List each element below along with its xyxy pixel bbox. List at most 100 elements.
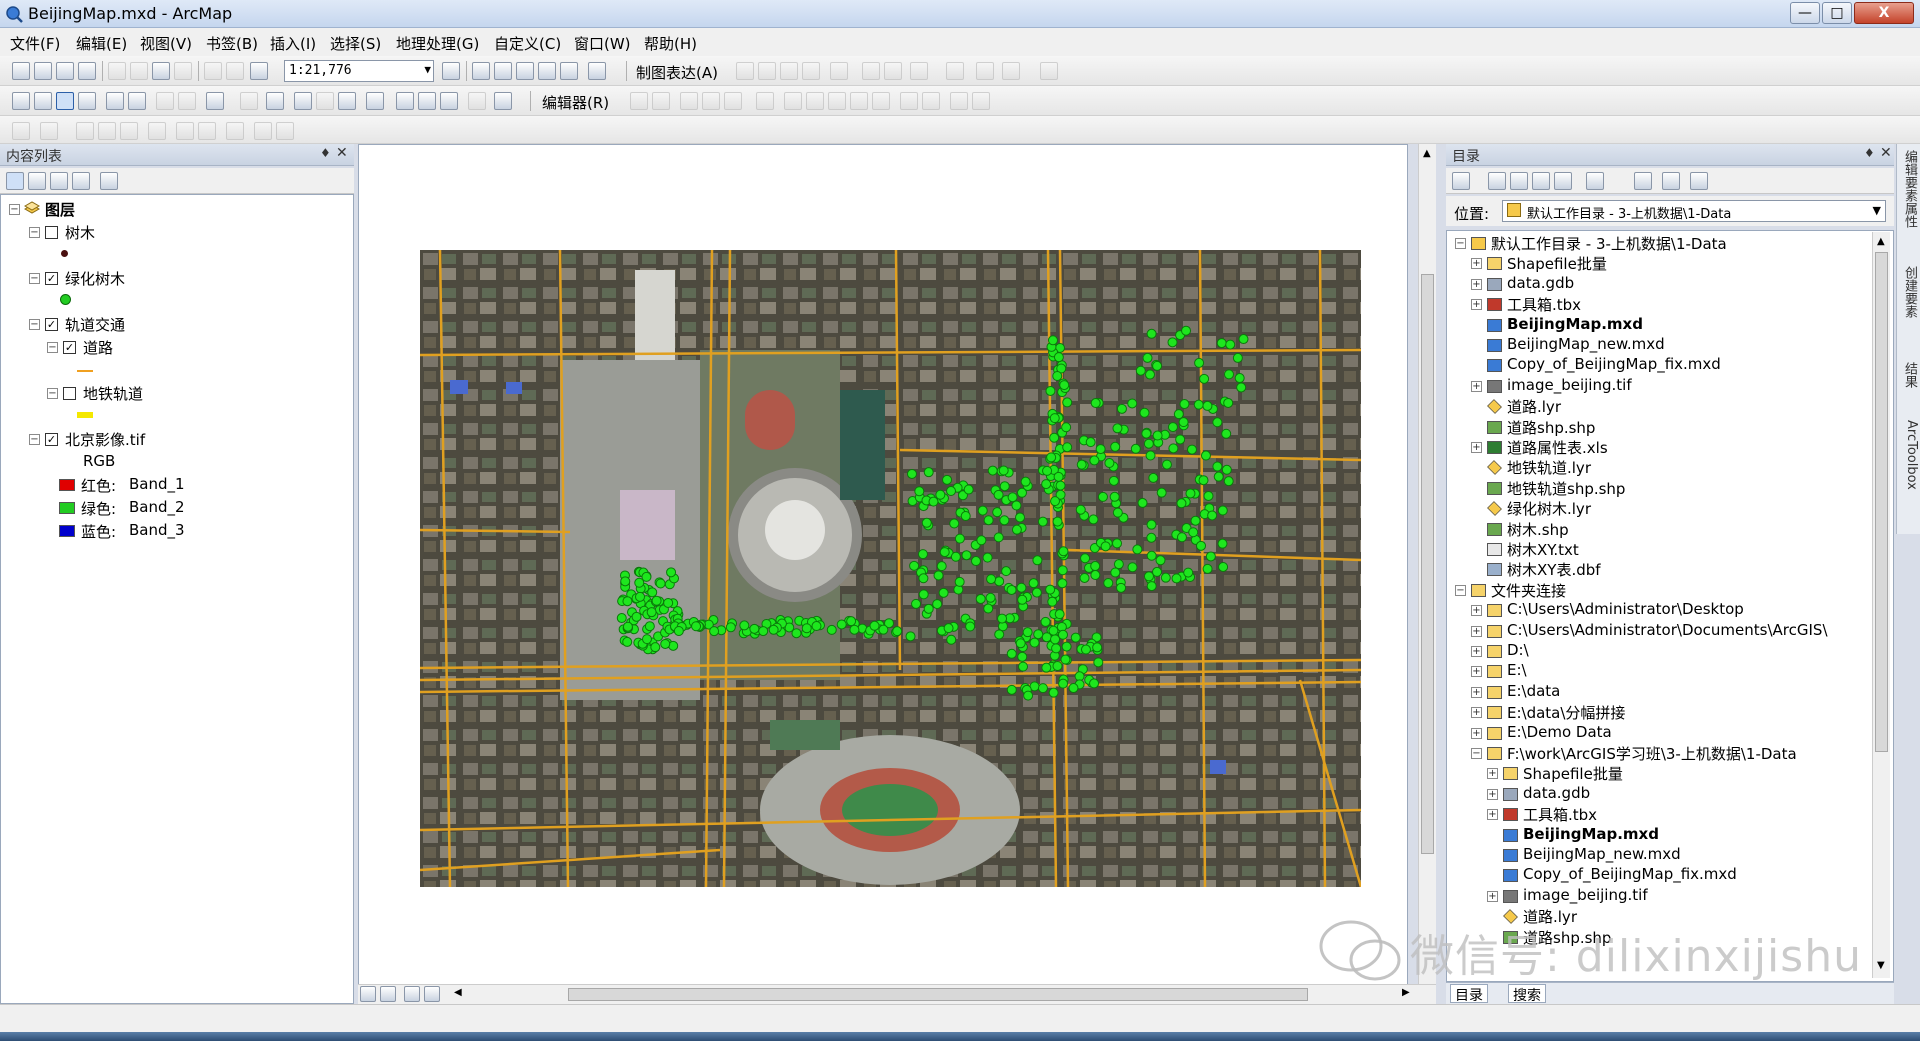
- catalog-item[interactable]: E:\: [1507, 661, 1527, 679]
- tree-point[interactable]: [1011, 524, 1022, 535]
- expand-icon[interactable]: +: [1487, 809, 1498, 821]
- tree-point[interactable]: [641, 571, 652, 582]
- tree-point[interactable]: [1054, 609, 1065, 620]
- representation-tool-icon[interactable]: [910, 62, 928, 80]
- fixed-zoom-in-icon[interactable]: [106, 92, 124, 110]
- tree-point[interactable]: [993, 489, 1004, 500]
- tree-point[interactable]: [1188, 527, 1199, 538]
- tree-point[interactable]: [961, 550, 972, 561]
- tree-point[interactable]: [1152, 360, 1163, 371]
- toggle-contents-icon[interactable]: [1662, 172, 1680, 190]
- representation-tool-icon[interactable]: [884, 62, 902, 80]
- catalog-item[interactable]: data.gdb: [1523, 784, 1590, 802]
- tree-point[interactable]: [1148, 472, 1159, 483]
- tree-point[interactable]: [635, 591, 646, 602]
- tree-point[interactable]: [1057, 565, 1068, 576]
- tree-point[interactable]: [1017, 651, 1028, 662]
- tree-point[interactable]: [1181, 325, 1192, 336]
- tree-point[interactable]: [1060, 654, 1071, 665]
- tree-point[interactable]: [1090, 398, 1101, 409]
- sketch-properties-icon[interactable]: [922, 92, 940, 110]
- tree-point[interactable]: [616, 613, 627, 624]
- tree-point[interactable]: [1130, 443, 1141, 454]
- tree-point[interactable]: [1045, 584, 1056, 595]
- time-slider-icon[interactable]: [468, 92, 486, 110]
- tree-point[interactable]: [982, 552, 993, 563]
- tree-point[interactable]: [949, 518, 960, 529]
- tree-point[interactable]: [1037, 683, 1048, 694]
- catalog-item[interactable]: 工具箱.tbx: [1523, 804, 1597, 825]
- tree-point[interactable]: [1100, 541, 1111, 552]
- expand-icon[interactable]: +: [1471, 278, 1482, 290]
- tree-point[interactable]: [1052, 516, 1063, 527]
- tree-point[interactable]: [647, 587, 658, 598]
- tree-point[interactable]: [1179, 399, 1190, 410]
- tree-point[interactable]: [758, 626, 769, 637]
- tree-point[interactable]: [1146, 328, 1157, 339]
- dock-tab-edit-attributes[interactable]: 编辑要素属性: [1899, 150, 1919, 228]
- tree-point[interactable]: [1139, 407, 1150, 418]
- toolbar-tool-icon[interactable]: [120, 122, 138, 140]
- save-icon[interactable]: [56, 62, 74, 80]
- map-scale-combo[interactable]: 1:21,776 ▼: [284, 60, 434, 82]
- toolbar-tool-icon[interactable]: [148, 122, 166, 140]
- tree-point[interactable]: [1018, 661, 1029, 672]
- tree-point[interactable]: [1112, 423, 1123, 434]
- tree-point[interactable]: [1047, 596, 1058, 607]
- tree-point[interactable]: [1032, 555, 1043, 566]
- tree-point[interactable]: [965, 621, 976, 632]
- select-elements-icon[interactable]: [266, 92, 284, 110]
- point-symbol[interactable]: [61, 250, 68, 257]
- rotate-icon[interactable]: [872, 92, 890, 110]
- tree-point[interactable]: [1143, 438, 1154, 449]
- tree-point[interactable]: [1076, 459, 1087, 470]
- tree-point[interactable]: [663, 597, 674, 608]
- tree-point[interactable]: [914, 486, 925, 497]
- tree-point[interactable]: [1145, 369, 1156, 380]
- tree-point[interactable]: [660, 638, 671, 649]
- search-window-icon[interactable]: [516, 62, 534, 80]
- tree-point[interactable]: [1052, 370, 1063, 381]
- tree-point[interactable]: [1146, 581, 1157, 592]
- measure-icon[interactable]: [366, 92, 384, 110]
- menu-geoprocessing[interactable]: 地理处理(G): [396, 33, 479, 54]
- tree-point[interactable]: [1048, 625, 1059, 636]
- tree-point[interactable]: [939, 547, 950, 558]
- expand-icon[interactable]: +: [1471, 380, 1482, 392]
- tree-point[interactable]: [1108, 475, 1119, 486]
- find-icon[interactable]: [396, 92, 414, 110]
- tree-point[interactable]: [1167, 422, 1178, 433]
- tree-point[interactable]: [1058, 546, 1069, 557]
- tree-point[interactable]: [994, 629, 1005, 640]
- tree-point[interactable]: [1199, 373, 1210, 384]
- tree-point[interactable]: [826, 624, 837, 635]
- catalog-item[interactable]: 默认工作目录 - 3-上机数据\1-Data: [1491, 233, 1727, 254]
- catalog-item[interactable]: 树木XY表.dbf: [1507, 559, 1601, 580]
- representation-tool-icon[interactable]: [976, 62, 994, 80]
- tree-point[interactable]: [631, 611, 642, 622]
- tree-point[interactable]: [622, 621, 633, 632]
- tree-point[interactable]: [1221, 428, 1232, 439]
- map-vertical-scrollbar[interactable]: ▲ ▼: [1418, 144, 1436, 1004]
- tree-point[interactable]: [892, 626, 903, 637]
- tree-point[interactable]: [1167, 337, 1178, 348]
- tree-point[interactable]: [1070, 632, 1081, 643]
- rotate-icon[interactable]: [946, 62, 964, 80]
- tree-point[interactable]: [1143, 571, 1154, 582]
- edit-tool-icon[interactable]: [630, 92, 648, 110]
- catalog-item[interactable]: data.gdb: [1507, 274, 1574, 292]
- menu-insert[interactable]: 插入(I): [270, 33, 316, 54]
- tree-point[interactable]: [1028, 578, 1039, 589]
- tree-point[interactable]: [1116, 403, 1127, 414]
- expand-icon[interactable]: +: [1471, 727, 1482, 739]
- tree-point[interactable]: [946, 634, 957, 645]
- tree-point[interactable]: [869, 620, 880, 631]
- layer-checkbox[interactable]: ✓: [45, 433, 58, 446]
- catalog-item[interactable]: 地铁轨道.lyr: [1507, 457, 1591, 478]
- tree-point[interactable]: [1057, 629, 1068, 640]
- tree-point[interactable]: [1160, 572, 1171, 583]
- collapse-icon[interactable]: −: [29, 227, 40, 238]
- tree-point[interactable]: [1085, 437, 1096, 448]
- catalog-item[interactable]: 工具箱.tbx: [1507, 294, 1581, 315]
- tree-point[interactable]: [993, 532, 1004, 543]
